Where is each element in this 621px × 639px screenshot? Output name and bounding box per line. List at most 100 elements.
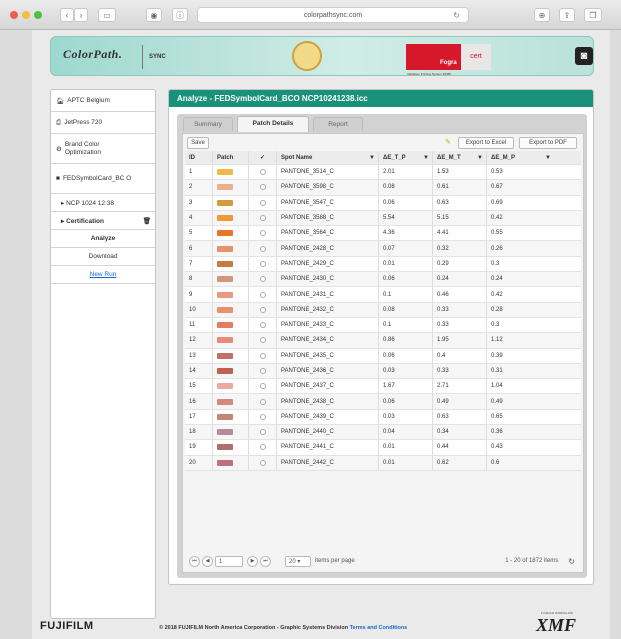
colorpath-logo[interactable]: ColorPath. <box>63 47 122 62</box>
shield-icon[interactable]: ◉ <box>146 8 162 22</box>
row-checkbox[interactable] <box>259 260 266 267</box>
row-checkbox[interactable] <box>259 245 266 252</box>
trash-icon[interactable]: 🗑︎ <box>143 217 151 225</box>
sidebar-item-ncp-run[interactable]: ▸ NCP 1024 12:38 <box>51 194 155 212</box>
new-run-link[interactable]: New Run <box>51 266 155 284</box>
row-checkbox[interactable] <box>259 276 266 283</box>
row-checkbox[interactable] <box>259 398 266 405</box>
table-row[interactable]: 8 PANTONE_2430_C 0.06 0.24 0.24 <box>185 272 581 288</box>
forward-icon[interactable]: › <box>74 8 88 22</box>
maximize-window-button[interactable] <box>34 11 42 19</box>
table-row[interactable]: 15 PANTONE_2437_C 1.67 2.71 1.04 <box>185 379 581 395</box>
column-header-de-m-p[interactable]: ΔE_M_P ▼ <box>487 151 581 164</box>
filter-icon[interactable]: ▼ <box>545 155 551 161</box>
sidebar-item-jetpress[interactable]: ⎙ JetPress 720 <box>51 112 155 134</box>
sidebar-icon[interactable]: ▭ <box>98 8 116 22</box>
back-icon[interactable]: ‹ <box>60 8 74 22</box>
table-row[interactable]: 4 PANTONE_3588_C 5.54 5.15 0.42 <box>185 210 581 227</box>
export-excel-button[interactable]: Export to Excel <box>458 137 514 149</box>
row-checkbox[interactable] <box>259 459 266 466</box>
next-page-button[interactable]: ▶ <box>247 555 258 567</box>
page-number[interactable]: 1 <box>215 555 243 567</box>
row-checkbox[interactable] <box>259 352 266 359</box>
info-icon[interactable]: ⓘ <box>172 8 188 22</box>
per-page-select[interactable]: 20 ▾ <box>285 555 311 567</box>
close-window-button[interactable] <box>10 11 18 19</box>
row-checkbox[interactable] <box>259 199 266 206</box>
table-row[interactable]: 19 PANTONE_2441_C 0.01 0.44 0.43 <box>185 440 581 456</box>
row-checkbox[interactable] <box>259 444 266 451</box>
tab-report[interactable]: Report <box>313 117 363 131</box>
row-checkbox[interactable] <box>259 413 266 420</box>
export-pdf-button[interactable]: Export to PDF <box>519 137 577 149</box>
column-header-de-t-p[interactable]: ΔE_T_P ▼ <box>379 151 433 164</box>
cell-de-m-t: 0.33 <box>433 302 487 317</box>
table-row[interactable]: 6 PANTONE_2428_C 0.07 0.32 0.26 <box>185 241 581 257</box>
cell-patch <box>213 180 249 195</box>
prev-page-button[interactable]: ◀ <box>202 555 213 567</box>
sidebar-item-download[interactable]: Download <box>51 248 155 266</box>
row-checkbox[interactable] <box>259 306 266 313</box>
sidebar-item-brand-color[interactable]: ⚙ Brand Color Optimization <box>51 134 155 164</box>
row-checkbox[interactable] <box>259 337 266 344</box>
column-header-id[interactable]: ID <box>185 151 213 164</box>
sidebar-item-analyze[interactable]: Analyze <box>51 230 155 248</box>
table-row[interactable]: 18 PANTONE_2440_C 0.04 0.34 0.36 <box>185 425 581 441</box>
table-row[interactable]: 17 PANTONE_2439_C 0.03 0.63 0.65 <box>185 409 581 426</box>
table-row[interactable]: 16 PANTONE_2438_C 0.06 0.49 0.49 <box>185 394 581 410</box>
filter-icon[interactable]: ▼ <box>369 155 375 161</box>
table-row[interactable]: 11 PANTONE_2433_C 0.1 0.33 0.3 <box>185 317 581 334</box>
table-row[interactable]: 5 PANTONE_3564_C 4.36 4.41 0.55 <box>185 226 581 242</box>
table-row[interactable]: 12 PANTONE_2434_C 0.86 1.95 1.12 <box>185 333 581 349</box>
refresh-icon[interactable]: ↻ <box>568 557 575 566</box>
sidebar-item-label: ▸ Certification <box>61 217 104 225</box>
table-row[interactable]: 20 PANTONE_2442_C 0.01 0.62 0.6 <box>185 455 581 471</box>
column-header-patch[interactable]: Patch <box>213 151 249 164</box>
cell-de-m-p: 1.12 <box>491 337 503 344</box>
sidebar-item-aptc-belgium[interactable]: 🏠︎ APTC Belgium <box>51 90 155 112</box>
table-row[interactable]: 9 PANTONE_2431_C 0.1 0.46 0.42 <box>185 287 581 303</box>
save-button[interactable]: Save <box>187 137 209 149</box>
table-row[interactable]: 10 PANTONE_2432_C 0.08 0.33 0.28 <box>185 302 581 318</box>
row-checkbox[interactable] <box>259 291 266 298</box>
share-icon[interactable]: ⇪ <box>559 8 575 22</box>
camera-settings-icon[interactable]: ◙ <box>575 47 593 65</box>
column-header-check[interactable]: ✓ <box>249 151 277 164</box>
cell-spot-name: PANTONE_3514_C <box>277 165 379 180</box>
row-checkbox[interactable] <box>259 169 266 176</box>
row-checkbox[interactable] <box>259 383 266 390</box>
row-checkbox[interactable] <box>259 368 266 374</box>
row-checkbox[interactable] <box>259 215 266 222</box>
table-row[interactable]: 2 PANTONE_3598_C 0.08 0.61 0.67 <box>185 180 581 196</box>
cell-de-t-p: 0.07 <box>379 241 433 256</box>
certification-seal-icon <box>292 41 322 71</box>
table-row[interactable]: 1 PANTONE_3514_C 2.01 1.53 0.53 <box>185 165 581 181</box>
last-page-button[interactable]: ⏭ <box>260 555 271 567</box>
tab-summary[interactable]: Summary <box>183 117 233 131</box>
row-checkbox[interactable] <box>259 429 266 436</box>
table-row[interactable]: 7 PANTONE_2429_C 0.01 0.29 0.3 <box>185 256 581 273</box>
row-checkbox[interactable] <box>259 184 266 191</box>
url-bar[interactable]: colorpathsync.com ↻ <box>197 7 469 23</box>
reload-icon[interactable]: ↻ <box>453 8 460 23</box>
column-header-de-m-t[interactable]: ΔE_M_T ▼ <box>433 151 487 164</box>
terms-link[interactable]: Terms and Conditions <box>350 625 408 631</box>
sidebar-item-certification[interactable]: ▸ Certification 🗑︎ <box>51 212 155 230</box>
page-title: Analyze - FEDSymbolCard_BCO NCP10241238.… <box>169 90 593 107</box>
chevron-down-icon: ▾ <box>297 558 301 565</box>
patch-swatch <box>217 215 233 222</box>
table-row[interactable]: 14 PANTONE_2436_C 0.03 0.33 0.31 <box>185 363 581 380</box>
sidebar-item-fedsymbolcard[interactable]: ■ FEDSymbolCard_BC O <box>51 164 155 194</box>
first-page-button[interactable]: ⏮ <box>189 555 200 567</box>
filter-icon[interactable]: ▼ <box>477 155 483 161</box>
column-header-spot-name[interactable]: Spot Name ▼ <box>277 151 379 164</box>
row-checkbox[interactable] <box>259 230 266 237</box>
filter-icon[interactable]: ▼ <box>423 155 429 161</box>
download-icon[interactable]: ⊕ <box>534 8 550 22</box>
tabs-icon[interactable]: ❐ <box>584 8 602 22</box>
table-row[interactable]: 3 PANTONE_3547_C 0.06 0.63 0.69 <box>185 195 581 211</box>
table-row[interactable]: 13 PANTONE_2435_C 0.06 0.4 0.39 <box>185 348 581 364</box>
row-checkbox[interactable] <box>259 322 266 329</box>
tab-patch-details[interactable]: Patch Details <box>237 116 309 132</box>
minimize-window-button[interactable] <box>22 11 30 19</box>
